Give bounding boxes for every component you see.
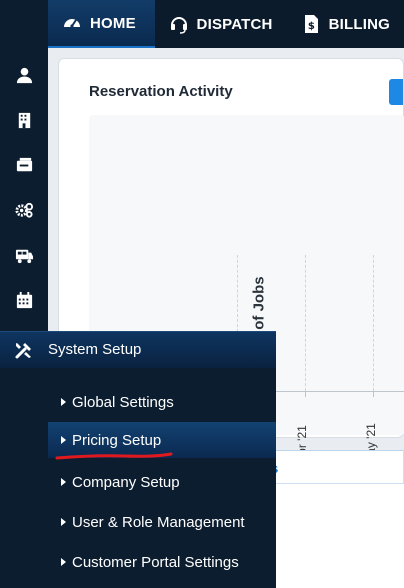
svg-text:$: $: [308, 21, 315, 32]
tab-billing[interactable]: $ BILLING: [287, 0, 404, 48]
bus-icon[interactable]: [0, 240, 48, 270]
system-setup-title: System Setup: [48, 341, 142, 358]
chart-gridline: [373, 255, 374, 391]
caret-right-icon: [61, 478, 66, 486]
invoice-icon: $: [304, 15, 318, 33]
inbox-icon[interactable]: [0, 150, 48, 180]
tab-home[interactable]: HOME: [48, 0, 155, 48]
annotation-underline: [55, 452, 173, 460]
gears-icon[interactable]: [0, 195, 48, 225]
speedometer-icon: [64, 19, 80, 28]
tab-home-label: HOME: [90, 14, 136, 32]
caret-right-icon: [61, 518, 66, 526]
tab-billing-label: BILLING: [328, 15, 390, 33]
menu-item-label: Customer Portal Settings: [72, 553, 239, 571]
tools-icon: [15, 343, 31, 359]
menu-item-customer-portal-settings[interactable]: Customer Portal Settings: [48, 544, 276, 580]
menu-item-user-role-management[interactable]: User & Role Management: [48, 504, 276, 540]
card-action-button[interactable]: [389, 79, 403, 105]
tab-dispatch[interactable]: DISPATCH: [155, 0, 287, 48]
caret-right-icon: [61, 436, 66, 444]
caret-right-icon: [61, 398, 66, 406]
top-navigation: HOME DISPATCH $ BILLING: [48, 0, 404, 48]
chart-gridline: [305, 255, 306, 391]
menu-item-global-settings[interactable]: Global Settings: [48, 384, 276, 420]
menu-item-label: Company Setup: [72, 473, 180, 491]
headset-icon: [170, 17, 187, 34]
card-title: Reservation Activity: [89, 83, 233, 100]
caret-right-icon: [61, 558, 66, 566]
system-setup-header[interactable]: System Setup: [0, 332, 276, 368]
menu-item-label: Global Settings: [72, 393, 174, 411]
tab-dispatch-label: DISPATCH: [196, 15, 273, 33]
chart-x-tick: [373, 391, 374, 397]
menu-item-company-setup[interactable]: Company Setup: [48, 464, 276, 500]
user-icon[interactable]: [0, 60, 48, 90]
menu-item-label: Pricing Setup: [72, 431, 162, 449]
calendar-icon[interactable]: [0, 285, 48, 315]
chart-x-tick: [305, 391, 306, 397]
menu-item-label: User & Role Management: [72, 513, 245, 531]
building-icon[interactable]: [0, 105, 48, 135]
